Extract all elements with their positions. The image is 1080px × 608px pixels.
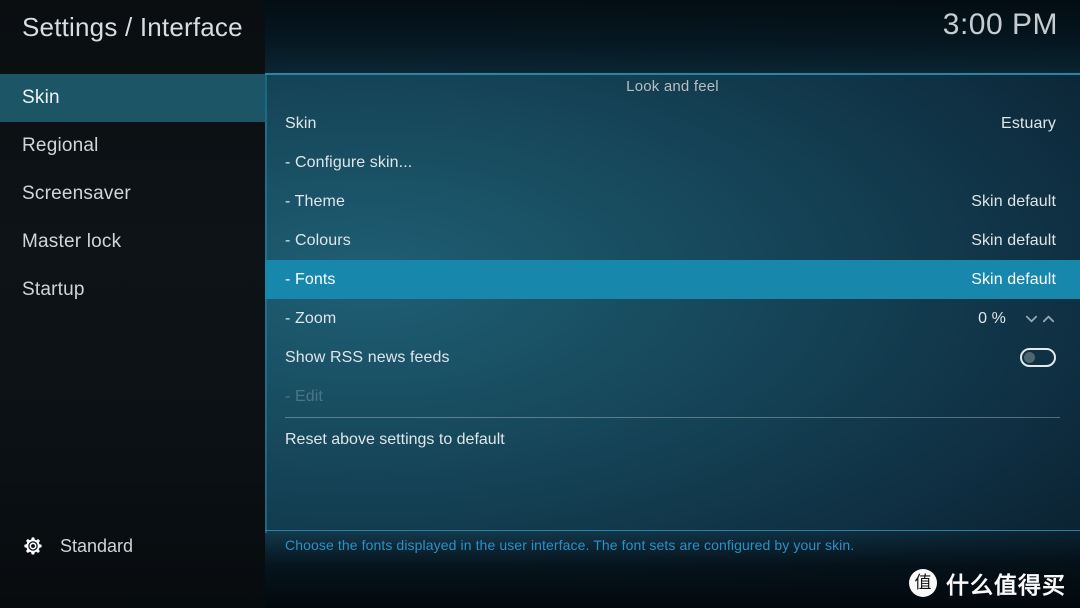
settings-content-panel: Look and feel Skin Estuary - Configure ski… <box>265 0 1080 608</box>
smzdm-watermark: 值 什么值得买 <box>909 566 1066 600</box>
sidebar-item-label: Skin <box>22 87 60 108</box>
gear-icon <box>22 535 44 557</box>
setting-value: 0 % <box>978 309 1006 327</box>
setting-row-fonts[interactable]: - Fonts Skin default <box>265 260 1080 299</box>
settings-level-footer[interactable]: Standard <box>0 526 265 566</box>
sidebar-item-list: Skin Regional Screensaver Master lock Startu… <box>0 74 265 314</box>
zoom-spinner[interactable] <box>1024 311 1056 326</box>
sidebar-item-regional[interactable]: Regional <box>0 122 265 170</box>
reset-settings-row[interactable]: Reset above settings to default <box>265 420 1080 459</box>
sidebar-item-label: Screensaver <box>22 183 131 204</box>
sidebar-item-label: Master lock <box>22 231 122 252</box>
setting-label: - Edit <box>285 387 323 405</box>
rss-toggle-switch[interactable] <box>1020 348 1056 367</box>
reset-settings-label: Reset above settings to default <box>285 430 505 448</box>
setting-label: - Fonts <box>285 270 336 288</box>
setting-row-skin[interactable]: Skin Estuary <box>265 104 1080 143</box>
watermark-badge-icon: 值 <box>909 569 937 597</box>
help-section-divider <box>265 530 1080 531</box>
setting-row-theme[interactable]: - Theme Skin default <box>265 182 1080 221</box>
setting-label: - Colours <box>285 231 351 249</box>
sidebar-item-master-lock[interactable]: Master lock <box>0 218 265 266</box>
kodi-settings-window: Look and feel Skin Estuary - Configure ski… <box>0 0 1080 608</box>
settings-row-list: Skin Estuary - Configure skin... - Theme Ski… <box>265 104 1080 416</box>
setting-label: - Theme <box>285 192 345 210</box>
setting-label: - Zoom <box>285 309 337 327</box>
sidebar-item-screensaver[interactable]: Screensaver <box>0 170 265 218</box>
setting-label: - Configure skin... <box>285 153 413 171</box>
setting-row-zoom[interactable]: - Zoom 0 % <box>265 299 1080 338</box>
setting-row-edit: - Edit <box>265 377 1080 416</box>
setting-label: Skin <box>285 114 317 132</box>
settings-category-sidebar: Skin Regional Screensaver Master lock Startu… <box>0 0 265 608</box>
window-header: Settings / Interface 3:00 PM <box>0 0 1080 74</box>
sidebar-item-label: Regional <box>22 135 99 156</box>
setting-row-show-rss-news-feeds[interactable]: Show RSS news feeds <box>265 338 1080 377</box>
setting-row-configure-skin[interactable]: - Configure skin... <box>265 143 1080 182</box>
settings-group-title: Look and feel <box>626 78 719 95</box>
setting-label: Show RSS news feeds <box>285 348 450 366</box>
help-description-text: Choose the fonts displayed in the user i… <box>285 537 855 553</box>
settings-level-label: Standard <box>60 535 134 556</box>
toggle-knob <box>1024 352 1035 363</box>
setting-row-colours[interactable]: - Colours Skin default <box>265 221 1080 260</box>
watermark-text: 什么值得买 <box>946 573 1066 599</box>
setting-value: Skin default <box>971 270 1056 288</box>
reset-section-divider <box>285 417 1060 418</box>
sidebar-item-label: Startup <box>22 279 85 300</box>
sidebar-item-startup[interactable]: Startup <box>0 266 265 314</box>
chevron-down-icon[interactable] <box>1024 311 1039 326</box>
page-title: Settings / Interface <box>22 12 243 42</box>
chevron-up-icon[interactable] <box>1041 311 1056 326</box>
clock: 3:00 PM <box>942 8 1058 41</box>
setting-value: Skin default <box>971 192 1056 210</box>
setting-value: Estuary <box>1001 114 1056 132</box>
sidebar-item-skin[interactable]: Skin <box>0 74 265 122</box>
setting-value: Skin default <box>971 231 1056 249</box>
